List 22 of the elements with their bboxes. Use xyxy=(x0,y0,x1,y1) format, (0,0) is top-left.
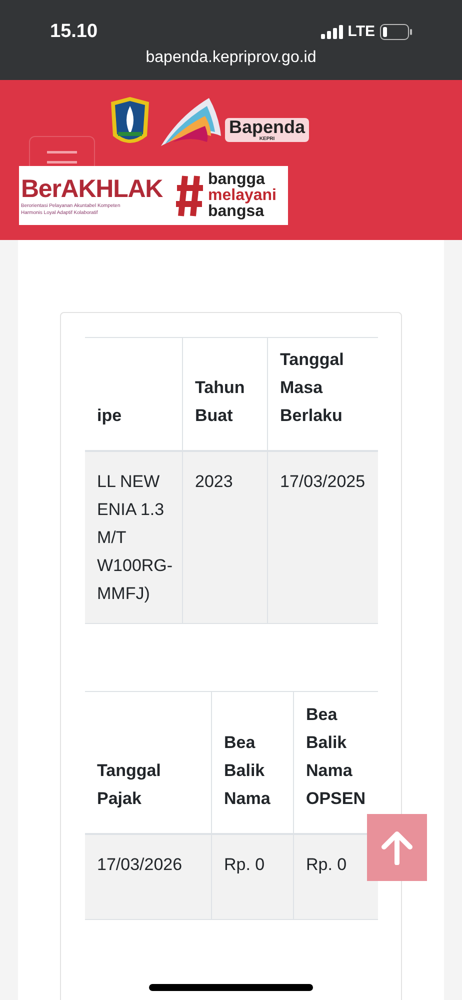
table-cell: LL NEW ENIA 1.3 M/T W100RG- MMFJ) xyxy=(85,452,182,624)
banner-title: BerAKHLAK xyxy=(21,174,164,202)
column-header: Bea Balik Nama xyxy=(211,692,293,835)
table-cell: Rp. 0 xyxy=(211,835,293,920)
menu-icon xyxy=(47,151,77,165)
signal-icon xyxy=(320,25,343,39)
logo-text: Bapenda xyxy=(229,118,306,136)
battery-icon xyxy=(380,24,412,40)
tagline-text: bangga xyxy=(208,172,266,188)
table-cell: Rp. 0 xyxy=(293,835,378,920)
table-cell: 17/03/2026 xyxy=(85,835,211,920)
column-header: Tahun Buat xyxy=(182,338,267,452)
tagline-text: bangsa xyxy=(208,204,264,220)
arrow-up-icon xyxy=(381,830,413,864)
network-label: LTE xyxy=(348,22,375,42)
column-header: Tanggal Masa Berlaku xyxy=(267,338,378,452)
status-time: 15.10 xyxy=(50,20,98,44)
table-cell: 2023 xyxy=(182,452,267,624)
tagline-text: melayani xyxy=(208,188,276,204)
url-text: bapenda.kepriprov.go.id xyxy=(146,48,316,68)
table-cell: 17/03/2025 xyxy=(267,452,378,624)
hash-icon xyxy=(175,174,205,218)
